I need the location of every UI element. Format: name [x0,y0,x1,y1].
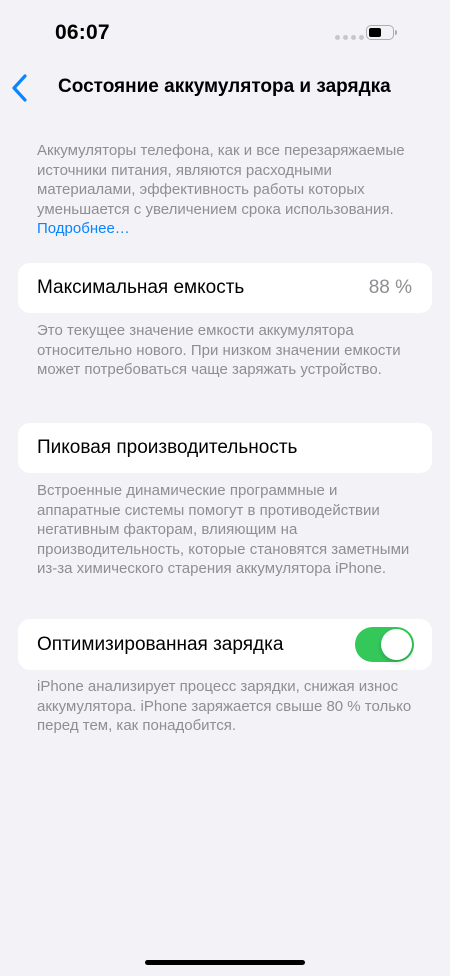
status-time: 06:07 [55,21,110,44]
max-capacity-value: 88 % [368,277,412,298]
battery-icon [366,25,394,40]
max-capacity-footer: Это текущее значение емкости аккумулятор… [37,322,401,378]
toggle-knob [381,629,412,660]
chevron-left-icon [12,74,27,102]
status-bar: 06:07 [0,0,450,60]
battery-cap [395,30,397,35]
cellular-signal-icon [335,35,364,40]
peak-performance-label: Пиковая производительность [37,437,298,458]
optimized-charging-cell: Оптимизированная зарядка [18,619,432,670]
max-capacity-label: Максимальная емкость [37,277,245,298]
optimized-charging-footer: iPhone анализирует процесс зарядки, сниж… [37,678,412,734]
intro-description: Аккумуляторы телефона, как и все перезар… [37,141,417,239]
optimized-charging-toggle[interactable] [355,627,414,662]
learn-more-link[interactable]: Подробнее… [37,220,130,237]
peak-performance-cell: Пиковая производительность [18,423,432,473]
intro-text: Аккумуляторы телефона, как и все перезар… [37,142,405,218]
max-capacity-cell: Максимальная емкость 88 % [18,263,432,313]
page-title: Состояние аккумулятора и зарядка [58,76,391,97]
optimized-charging-label: Оптимизированная зарядка [37,634,284,655]
back-button[interactable] [4,70,40,106]
navigation-bar: Состояние аккумулятора и зарядка [0,66,450,110]
peak-performance-footer: Встроенные динамические программные и ап… [37,482,410,577]
home-indicator[interactable] [145,960,305,965]
